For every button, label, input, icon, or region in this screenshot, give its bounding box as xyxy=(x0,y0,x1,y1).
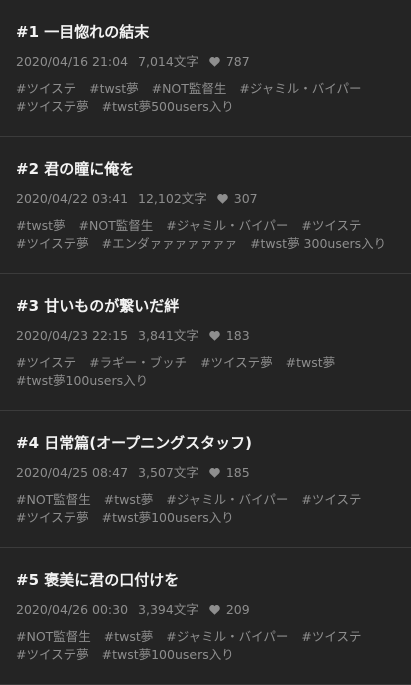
tag-link[interactable]: #NOT監督生 xyxy=(79,218,154,233)
tag-link[interactable]: #NOT監督生 xyxy=(16,629,91,644)
tag-link[interactable]: #ツイステ xyxy=(301,218,361,233)
tag-link[interactable]: #ツイステ xyxy=(301,629,361,644)
tag-link[interactable]: #ツイステ xyxy=(301,492,361,507)
tag-link[interactable]: #twst夢 xyxy=(104,629,154,644)
tag-link[interactable]: #twst夢 xyxy=(16,218,66,233)
entry-char-count: 12,102文字 xyxy=(138,191,207,206)
series-entry-5[interactable]: #5 褒美に君の口付けを 2020/04/26 00:30 3,394文字 20… xyxy=(0,548,411,685)
entry-like-count: 307 xyxy=(233,191,258,206)
entry-title[interactable]: #4 日常篇(オープニングスタッフ) xyxy=(16,411,397,453)
tag-link[interactable]: #ツイステ xyxy=(16,355,76,370)
entry-meta: 2020/04/23 22:15 3,841文字 183 xyxy=(16,328,397,344)
tag-link[interactable]: #twst夢 xyxy=(104,492,154,507)
tag-link[interactable]: #twst夢500users入り xyxy=(102,99,234,114)
heart-icon xyxy=(209,468,220,478)
tag-link[interactable]: #ツイステ夢 xyxy=(16,647,89,662)
entry-meta: 2020/04/22 03:41 12,102文字 307 xyxy=(16,191,397,207)
entry-date: 2020/04/25 08:47 xyxy=(16,465,129,480)
entry-meta: 2020/04/25 08:47 3,507文字 185 xyxy=(16,465,397,481)
entry-date: 2020/04/16 21:04 xyxy=(16,54,129,69)
tag-link[interactable]: #ジャミル・バイパー xyxy=(166,492,288,507)
tag-link[interactable]: #twst夢 300users入り xyxy=(250,236,386,251)
tag-link[interactable]: #NOT監督生 xyxy=(16,492,91,507)
tag-link[interactable]: #twst夢100users入り xyxy=(102,510,234,525)
tag-link[interactable]: #ラギー・ブッチ xyxy=(89,355,187,370)
heart-icon xyxy=(217,194,228,204)
tag-link[interactable]: #twst夢100users入り xyxy=(102,647,234,662)
entry-meta: 2020/04/16 21:04 7,014文字 787 xyxy=(16,54,397,70)
heart-icon xyxy=(209,331,220,341)
tag-link[interactable]: #ツイステ夢 xyxy=(16,510,89,525)
tag-link[interactable]: #ツイステ夢 xyxy=(16,236,89,251)
entry-char-count: 3,841文字 xyxy=(138,328,199,343)
tag-link[interactable]: #ジャミル・バイパー xyxy=(166,629,288,644)
tag-link[interactable]: #ジャミル・バイパー xyxy=(166,218,288,233)
entry-like-count: 183 xyxy=(225,328,250,343)
tag-link[interactable]: #エンダァァァァァァァ xyxy=(102,236,237,251)
tag-link[interactable]: #twst夢100users入り xyxy=(16,373,148,388)
tag-link[interactable]: #twst夢 xyxy=(89,81,139,96)
entry-char-count: 3,507文字 xyxy=(138,465,199,480)
entry-title[interactable]: #1 一目惚れの結末 xyxy=(16,0,397,42)
entry-title[interactable]: #2 君の瞳に俺を xyxy=(16,137,397,179)
tag-link[interactable]: #ツイステ夢 xyxy=(16,99,89,114)
entry-char-count: 3,394文字 xyxy=(138,602,199,617)
series-entry-1[interactable]: #1 一目惚れの結末 2020/04/16 21:04 7,014文字 787 … xyxy=(0,0,411,137)
entry-tags: #NOT監督生 #twst夢 #ジャミル・バイパー #ツイステ #ツイステ夢 #… xyxy=(16,628,397,684)
entry-tags: #twst夢 #NOT監督生 #ジャミル・バイパー #ツイステ #ツイステ夢 #… xyxy=(16,217,397,273)
entry-like-count: 209 xyxy=(225,602,250,617)
tag-link[interactable]: #ツイステ夢 xyxy=(200,355,273,370)
entry-title[interactable]: #5 褒美に君の口付けを xyxy=(16,548,397,590)
entry-char-count: 7,014文字 xyxy=(138,54,199,69)
tag-link[interactable]: #NOT監督生 xyxy=(152,81,227,96)
heart-icon xyxy=(209,605,220,615)
entry-date: 2020/04/26 00:30 xyxy=(16,602,129,617)
series-entry-4[interactable]: #4 日常篇(オープニングスタッフ) 2020/04/25 08:47 3,50… xyxy=(0,411,411,548)
entry-title[interactable]: #3 甘いものが繋いだ絆 xyxy=(16,274,397,316)
entry-like-count: 185 xyxy=(225,465,250,480)
entry-tags: #ツイステ #twst夢 #NOT監督生 #ジャミル・バイパー #ツイステ夢 #… xyxy=(16,80,397,136)
series-list: #1 一目惚れの結末 2020/04/16 21:04 7,014文字 787 … xyxy=(0,0,411,685)
entry-meta: 2020/04/26 00:30 3,394文字 209 xyxy=(16,602,397,618)
entry-tags: #ツイステ #ラギー・ブッチ #ツイステ夢 #twst夢 #twst夢100us… xyxy=(16,354,397,410)
tag-link[interactable]: #ツイステ xyxy=(16,81,76,96)
heart-icon xyxy=(209,57,220,67)
tag-link[interactable]: #twst夢 xyxy=(286,355,336,370)
series-entry-3[interactable]: #3 甘いものが繋いだ絆 2020/04/23 22:15 3,841文字 18… xyxy=(0,274,411,411)
entry-date: 2020/04/22 03:41 xyxy=(16,191,129,206)
entry-tags: #NOT監督生 #twst夢 #ジャミル・バイパー #ツイステ #ツイステ夢 #… xyxy=(16,491,397,547)
series-entry-2[interactable]: #2 君の瞳に俺を 2020/04/22 03:41 12,102文字 307 … xyxy=(0,137,411,274)
entry-date: 2020/04/23 22:15 xyxy=(16,328,129,343)
entry-like-count: 787 xyxy=(225,54,250,69)
tag-link[interactable]: #ジャミル・バイパー xyxy=(239,81,361,96)
